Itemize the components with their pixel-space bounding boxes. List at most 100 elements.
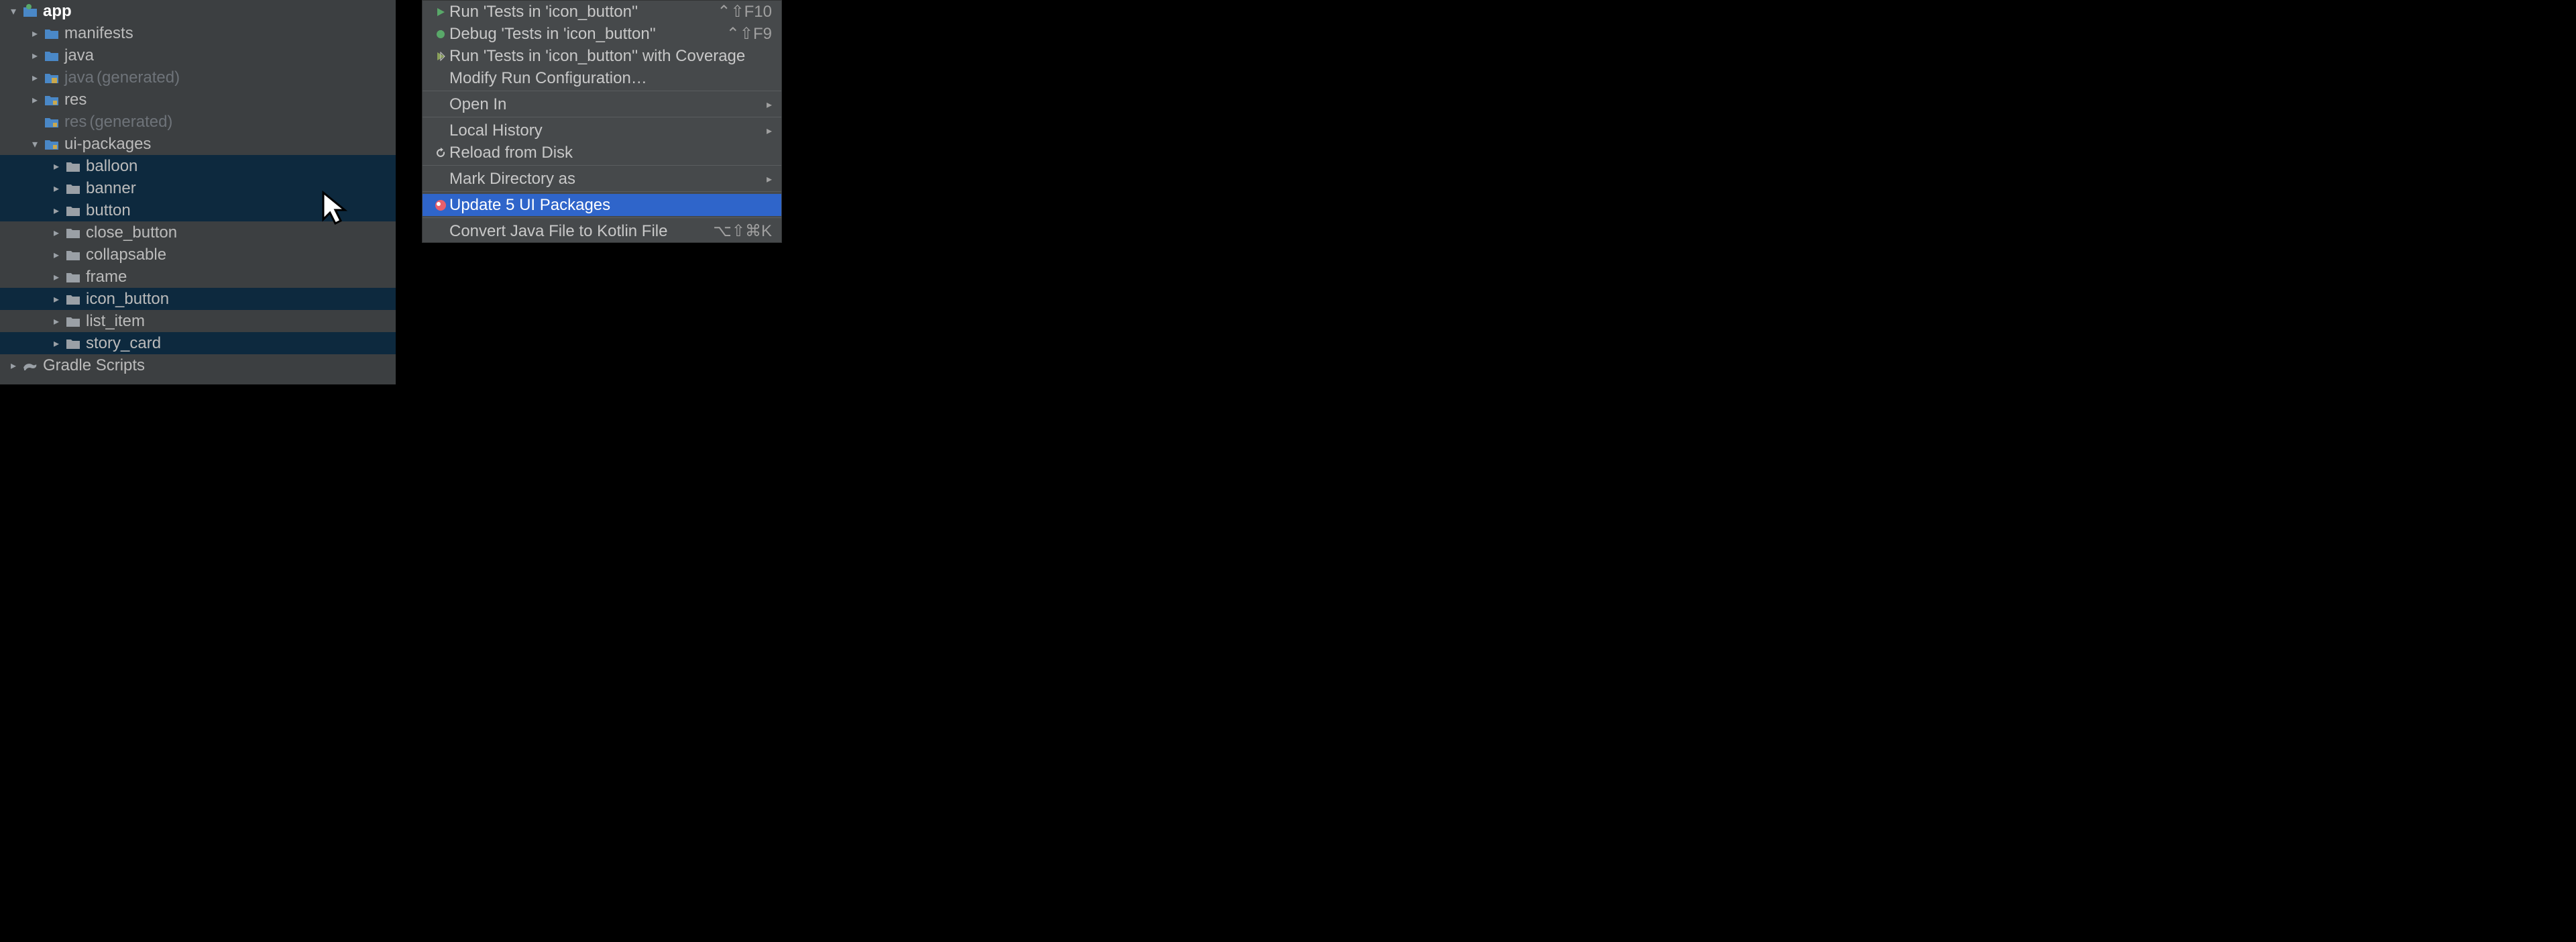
tree-item-icon-button[interactable]: ▸ icon_button [0,288,396,310]
tree-item-story-card[interactable]: ▸ story_card [0,332,396,354]
chevron-right-icon: ▸ [48,337,64,350]
chevron-right-icon: ▸ [48,160,64,173]
folder-resource-icon [43,137,60,152]
folder-icon [64,159,82,174]
tree-item-collapsable[interactable]: ▸ collapsable [0,244,396,266]
folder-icon [64,181,82,196]
tree-item-label: close_button [86,223,177,242]
folder-resource-icon [43,115,60,129]
debug-icon [432,29,449,40]
tree-item-java[interactable]: ▸ java [0,44,396,66]
folder-icon [64,248,82,262]
tree-item-suffix: (generated) [89,113,172,132]
menu-item-label: Update 5 UI Packages [449,196,772,215]
menu-item-modify-run[interactable]: Modify Run Configuration… [423,67,781,89]
tree-item-gradle-scripts[interactable]: ▸ Gradle Scripts [0,354,396,376]
folder-icon [64,336,82,351]
tree-item-label: icon_button [86,290,169,309]
folder-icon [64,225,82,240]
coverage-icon [432,51,449,62]
tree-item-res-generated[interactable]: ▸ res (generated) [0,111,396,133]
tree-item-label: collapsable [86,246,166,264]
menu-item-run[interactable]: Run 'Tests in 'icon_button'' ⌃⇧F10 [423,1,781,23]
tree-item-ui-packages[interactable]: ▾ ui-packages [0,133,396,155]
chevron-right-icon: ▸ [27,49,43,62]
folder-icon [64,292,82,307]
menu-item-label: Open In [449,95,763,114]
tree-item-manifests[interactable]: ▸ manifests [0,22,396,44]
tree-item-label: res [64,113,87,132]
chevron-right-icon: ▸ [27,93,43,107]
folder-icon [64,314,82,329]
menu-item-shortcut: ⌥⇧⌘K [713,221,772,241]
chevron-right-icon: ▸ [48,248,64,262]
menu-item-reload-disk[interactable]: Reload from Disk [423,142,781,164]
tree-item-close-button[interactable]: ▸ close_button [0,221,396,244]
menu-item-label: Modify Run Configuration… [449,69,772,88]
submenu-arrow-icon: ▸ [767,98,772,111]
tree-item-label: Gradle Scripts [43,356,145,375]
project-tree-panel: ▾ app ▸ manifests ▸ java ▸ java (generat… [0,0,396,384]
menu-item-label: Mark Directory as [449,170,763,189]
chevron-right-icon: ▸ [5,359,21,372]
tree-item-label: java [64,46,94,65]
tree-item-balloon[interactable]: ▸ balloon [0,155,396,177]
chevron-down-icon: ▾ [27,138,43,151]
tree-item-label: list_item [86,312,145,331]
menu-item-coverage[interactable]: Run 'Tests in 'icon_button'' with Covera… [423,45,781,67]
menu-item-label: Run 'Tests in 'icon_button'' [449,3,717,21]
tree-item-label: res [64,91,87,109]
tree-item-suffix: (generated) [97,68,180,87]
tree-item-app[interactable]: ▾ app [0,0,396,22]
menu-item-debug[interactable]: Debug 'Tests in 'icon_button'' ⌃⇧F9 [423,23,781,45]
chevron-right-icon: ▸ [48,204,64,217]
menu-item-convert-kotlin[interactable]: Convert Java File to Kotlin File ⌥⇧⌘K [423,220,781,242]
tree-item-banner[interactable]: ▸ banner [0,177,396,199]
tree-item-frame[interactable]: ▸ frame [0,266,396,288]
chevron-down-icon: ▾ [5,5,21,18]
chevron-right-icon: ▸ [48,315,64,328]
tree-item-label: story_card [86,334,161,353]
chevron-right-icon: ▸ [27,71,43,85]
menu-item-label: Local History [449,121,763,140]
menu-item-open-in[interactable]: Open In ▸ [423,93,781,115]
status-dot-icon [26,4,32,9]
tree-item-label: banner [86,179,136,198]
tree-item-label: manifests [64,24,133,43]
menu-item-shortcut: ⌃⇧F9 [726,24,772,44]
menu-item-label: Convert Java File to Kotlin File [449,222,713,241]
tree-item-list-item[interactable]: ▸ list_item [0,310,396,332]
chevron-right-icon: ▸ [48,270,64,284]
figma-relay-icon [432,199,449,211]
gradle-icon [21,358,39,373]
tree-item-label: ui-packages [64,135,151,154]
submenu-arrow-icon: ▸ [767,124,772,138]
context-menu: Run 'Tests in 'icon_button'' ⌃⇧F10 Debug… [422,0,782,243]
tree-item-label: java [64,68,94,87]
folder-icon [21,4,39,19]
menu-item-label: Reload from Disk [449,144,772,162]
chevron-right-icon: ▸ [27,27,43,40]
menu-item-update-ui-packages[interactable]: Update 5 UI Packages [423,194,781,216]
chevron-right-icon: ▸ [48,293,64,306]
folder-icon [43,26,60,41]
tree-item-label: balloon [86,157,137,176]
submenu-arrow-icon: ▸ [767,172,772,186]
menu-item-mark-directory[interactable]: Mark Directory as ▸ [423,168,781,190]
tree-item-label: button [86,201,131,220]
menu-item-label: Run 'Tests in 'icon_button'' with Covera… [449,47,772,66]
chevron-right-icon: ▸ [48,226,64,240]
folder-icon [43,48,60,63]
tree-item-button[interactable]: ▸ button [0,199,396,221]
tree-item-java-generated[interactable]: ▸ java (generated) [0,66,396,89]
tree-item-label: frame [86,268,127,286]
tree-item-label: app [43,2,72,21]
reload-icon [432,148,449,158]
menu-item-label: Debug 'Tests in 'icon_button'' [449,25,726,44]
folder-generated-icon [43,70,60,85]
folder-icon [64,270,82,284]
menu-item-local-history[interactable]: Local History ▸ [423,119,781,142]
menu-item-shortcut: ⌃⇧F10 [717,2,772,21]
tree-item-res[interactable]: ▸ res [0,89,396,111]
folder-resource-icon [43,93,60,107]
